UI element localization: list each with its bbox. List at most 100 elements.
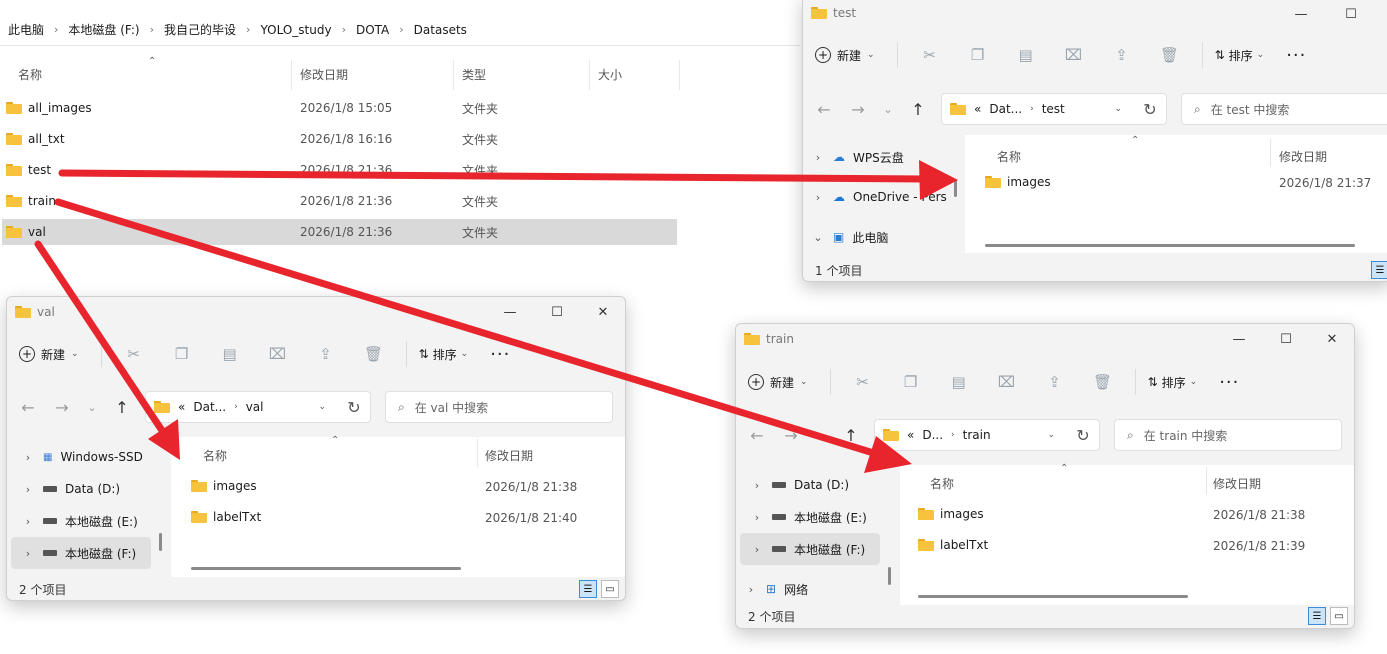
minimize-button[interactable]: — [1278,0,1324,29]
address-parent[interactable]: Dat... [193,400,226,414]
forward-button[interactable]: → [778,422,804,448]
column-header-name[interactable]: 名称 [930,475,954,492]
minimize-button[interactable]: — [1216,324,1262,354]
chevron-right-icon[interactable]: › [21,451,35,464]
chevron-right-icon[interactable]: › [21,547,35,560]
scrollbar[interactable] [888,567,891,585]
address-current[interactable]: val [246,400,264,414]
column-header-name[interactable]: 名称 [203,447,227,464]
nav-item-data-d[interactable]: › Data (D:) [7,473,157,505]
scrollbar[interactable] [159,533,162,551]
list-item[interactable]: images [191,479,257,493]
scrollbar[interactable] [954,179,957,197]
search-input[interactable]: ⌕ 在 val 中搜索 [385,391,613,423]
address-bar[interactable]: « D... › train ⌄ [874,419,1100,451]
breadcrumb-item-drive-f[interactable]: 本地磁盘 (F:) [68,21,139,38]
new-button[interactable]: + 新建 ⌄ [748,374,808,391]
breadcrumb-item-dota[interactable]: DOTA [356,23,389,37]
address-bar[interactable]: « Dat... › val ⌄ [145,391,371,423]
nav-item-drive-f[interactable]: › 本地磁盘 (F:) [740,533,880,565]
column-header-date[interactable]: 修改日期 [485,447,533,464]
details-view-button[interactable]: ☰ [579,580,597,598]
table-row-selected[interactable]: val 2026/1/8 21:36 文件夹 [2,219,677,245]
new-button[interactable]: + 新建 ⌄ [815,47,875,64]
breadcrumb-item-thesis[interactable]: 我自己的毕设 [164,21,236,38]
refresh-button[interactable]: ↻ [1137,96,1163,122]
chevron-right-icon[interactable]: › [750,543,764,556]
rename-icon[interactable]: ⌧ [254,345,302,363]
address-bar[interactable]: « Dat... › test ⌄ [941,93,1167,125]
nav-item-drive-f[interactable]: › 本地磁盘 (F:) [11,537,151,569]
maximize-button[interactable]: ☐ [534,297,580,327]
up-button[interactable]: ↑ [905,96,931,122]
copy-icon[interactable]: ❐ [954,46,1002,64]
refresh-button[interactable]: ↻ [1070,422,1096,448]
up-button[interactable]: ↑ [109,394,135,420]
more-options-button[interactable]: ··· [490,344,510,365]
chevron-down-icon[interactable]: ⌄ [318,402,326,412]
address-current[interactable]: test [1042,102,1065,116]
column-header-type[interactable]: 类型 [454,60,590,90]
up-button[interactable]: ↑ [838,422,864,448]
nav-item-this-pc[interactable]: ⌄ ▣ 此电脑 [803,221,953,253]
address-parent[interactable]: D... [922,428,943,442]
sort-button[interactable]: ⇅ 排序 ⌄ [1148,374,1198,391]
nav-item-network[interactable]: › ⊞ 网络 [736,573,886,605]
maximize-button[interactable]: ☐ [1263,324,1309,354]
back-button[interactable]: ← [744,422,770,448]
forward-button[interactable]: → [49,394,75,420]
column-header-date[interactable]: 修改日期 [1279,148,1327,165]
close-button[interactable]: ✕ [1309,324,1354,354]
nav-item-windows-ssd[interactable]: › ▦ Windows-SSD [7,441,157,473]
recent-locations-button[interactable]: ⌄ [79,394,105,420]
table-row[interactable]: all_txt 2026/1/8 16:16 文件夹 [2,126,677,152]
breadcrumb-item-this-pc[interactable]: 此电脑 [8,21,44,38]
chevron-down-icon[interactable]: ⌄ [1047,430,1055,440]
chevron-right-icon[interactable]: › [811,151,825,164]
paste-icon[interactable]: ▤ [1002,46,1050,64]
paste-icon[interactable]: ▤ [935,373,983,391]
list-item[interactable]: labelTxt [191,510,261,524]
rename-icon[interactable]: ⌧ [1050,46,1098,64]
list-item[interactable]: labelTxt [918,538,988,552]
cut-icon[interactable]: ✂ [839,373,887,391]
breadcrumb-item-datasets[interactable]: Datasets [414,23,467,37]
sort-button[interactable]: ⇅ 排序 ⌄ [1215,47,1265,64]
address-current[interactable]: train [963,428,991,442]
column-header-name[interactable]: 名称 [10,60,292,90]
column-header-date[interactable]: 修改日期 [292,60,454,90]
rename-icon[interactable]: ⌧ [983,373,1031,391]
share-icon[interactable]: ⇪ [302,345,350,363]
more-options-button[interactable]: ··· [1219,372,1239,393]
maximize-button[interactable]: ☐ [1328,0,1374,29]
thumbnail-view-button[interactable]: ▭ [601,580,619,598]
table-row[interactable]: all_images 2026/1/8 15:05 文件夹 [2,95,677,121]
copy-icon[interactable]: ❐ [158,345,206,363]
chevron-right-icon[interactable]: › [21,483,35,496]
search-input[interactable]: ⌕ 在 train 中搜索 [1114,419,1342,451]
paste-icon[interactable]: ▤ [206,345,254,363]
refresh-button[interactable]: ↻ [341,394,367,420]
breadcrumb-item-yolo-study[interactable]: YOLO_study [260,23,331,37]
nav-item-wps-cloud[interactable]: › ☁ WPS云盘 [803,141,953,173]
nav-item-drive-e[interactable]: › 本地磁盘 (E:) [736,501,886,533]
chevron-right-icon[interactable]: › [21,515,35,528]
minimize-button[interactable]: — [487,297,533,327]
chevron-right-icon[interactable]: › [750,479,764,492]
recent-locations-button[interactable]: ⌄ [875,96,901,122]
address-parent[interactable]: Dat... [989,102,1022,116]
thumbnail-view-button[interactable]: ▭ [1330,607,1348,625]
new-button[interactable]: + 新建 ⌄ [19,346,79,363]
scrollbar[interactable] [918,595,1188,598]
chevron-down-icon[interactable]: ⌄ [1114,104,1122,114]
scrollbar[interactable] [985,244,1355,247]
close-button[interactable]: ✕ [580,297,625,327]
back-button[interactable]: ← [15,394,41,420]
list-item[interactable]: images [985,175,1051,189]
details-view-button[interactable]: ☰ [1308,607,1326,625]
more-options-button[interactable]: ··· [1286,45,1306,66]
delete-icon[interactable]: 🗑 [350,345,398,363]
recent-locations-button[interactable]: ⌄ [808,422,834,448]
cut-icon[interactable]: ✂ [906,46,954,64]
chevron-down-icon[interactable]: ⌄ [811,231,825,244]
